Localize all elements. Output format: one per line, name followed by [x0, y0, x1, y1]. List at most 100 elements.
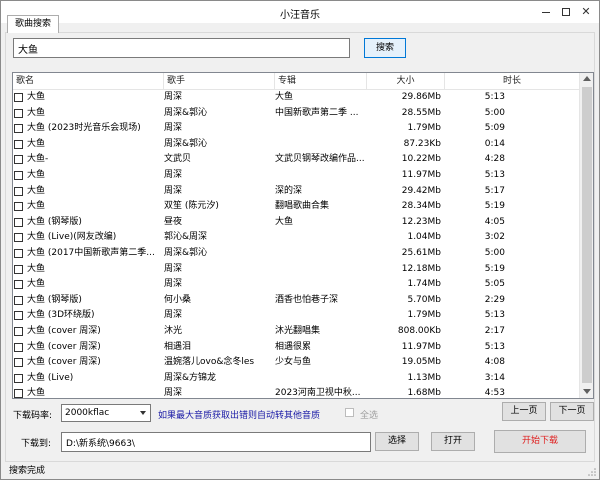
table-row[interactable]: 大鱼 周深&郭沁 87.23Kb 0:14	[13, 137, 579, 153]
row-checkbox[interactable]	[14, 389, 23, 398]
row-checkbox[interactable]	[14, 248, 23, 258]
search-button[interactable]: 搜索	[364, 38, 406, 58]
row-checkbox[interactable]	[14, 373, 23, 383]
song-size: 29.42Mb	[401, 185, 441, 196]
table-row[interactable]: 大鱼 (钢琴版) 何小桑 酒香也怕巷子深 5.70Mb 2:29	[13, 293, 579, 309]
song-album: 文武贝钢琴改编作品...	[275, 154, 365, 165]
app-window: 小汪音乐 ✕ 歌曲搜索 搜索 歌名 歌手 专辑 大小 时长 大鱼周深大鱼29.8…	[0, 0, 600, 480]
table-row[interactable]: 大鱼 周深 12.18Mb 5:19	[13, 262, 579, 278]
window-title: 小汪音乐	[280, 10, 320, 21]
row-checkbox[interactable]	[14, 358, 23, 368]
song-singer: 周深	[164, 123, 183, 134]
list-rows: 大鱼 周深 大鱼 29.86Mb 5:13 大鱼 周深&郭沁 中国新歌声第二季 ... 28.5…	[13, 90, 579, 399]
row-checkbox[interactable]	[14, 311, 23, 321]
song-name: 大鱼	[27, 279, 46, 290]
search-input[interactable]	[13, 38, 350, 58]
minimize-icon	[542, 12, 550, 13]
row-checkbox[interactable]	[14, 233, 23, 243]
song-size: 1.13Mb	[407, 372, 441, 383]
song-album: 深的深	[275, 185, 303, 196]
song-duration: 5:13	[484, 310, 505, 321]
row-checkbox[interactable]	[14, 155, 23, 165]
row-checkbox[interactable]	[14, 217, 23, 227]
scroll-down-icon[interactable]	[583, 389, 591, 394]
song-album: 大鱼	[275, 92, 294, 102]
song-size: 25.61Mb	[401, 247, 441, 258]
table-row[interactable]: 大鱼 (cover 周深) 相遇泪 相遇很累 11.97Mb 5:13	[13, 340, 579, 356]
column-header-name[interactable]: 歌名	[13, 73, 164, 90]
scroll-thumb[interactable]	[582, 87, 592, 383]
song-album	[275, 246, 366, 262]
song-duration: 5:13	[484, 341, 505, 352]
column-header-singer[interactable]: 歌手	[164, 73, 275, 90]
row-checkbox[interactable]	[14, 124, 23, 134]
vertical-scrollbar[interactable]	[579, 73, 593, 398]
song-name: 大鱼	[27, 388, 46, 399]
song-duration: 2:17	[484, 325, 505, 336]
row-checkbox[interactable]	[14, 186, 23, 196]
table-row[interactable]: 大鱼 (3D环绕版) 周深 1.79Mb 5:13	[13, 308, 579, 324]
song-duration: 0:14	[484, 138, 505, 149]
table-row[interactable]: 大鱼 (cover 周深) 温婉落儿ovo&念冬les 少女与鱼 19.05Mb 4:0…	[13, 355, 579, 371]
row-checkbox[interactable]	[14, 295, 23, 305]
column-header-album[interactable]: 专辑	[275, 73, 367, 90]
table-row[interactable]: 大鱼 (Live)(网友改编) 郭沁&周深 1.04Mb 3:02	[13, 230, 579, 246]
song-singer: 沐光	[164, 325, 183, 336]
song-name: 大鱼	[27, 169, 46, 180]
song-singer: 周深&郭沁	[164, 247, 208, 258]
song-size: 5.70Mb	[407, 294, 441, 305]
close-button[interactable]: ✕	[571, 1, 600, 23]
table-row[interactable]: 大鱼 周深 11.97Mb 5:13	[13, 168, 579, 184]
column-header-duration[interactable]: 时长	[445, 73, 579, 90]
song-singer: 周深	[164, 310, 183, 321]
song-name: 大鱼 (钢琴版)	[27, 294, 82, 305]
tab-song-search[interactable]: 歌曲搜索	[7, 15, 59, 33]
table-row[interactable]: 大鱼 周深 大鱼 29.86Mb 5:13	[13, 90, 579, 106]
song-duration: 4:53	[484, 388, 505, 399]
song-size: 1.04Mb	[407, 232, 441, 243]
table-row[interactable]: 大鱼 周深 1.74Mb 5:05	[13, 277, 579, 293]
select-all-checkbox[interactable]	[345, 408, 354, 417]
row-checkbox[interactable]	[14, 202, 23, 212]
table-row[interactable]: 大鱼 (2017中国新歌声第二季... 周深&郭沁 25.61Mb 5:00	[13, 246, 579, 262]
row-checkbox[interactable]	[14, 342, 23, 352]
row-checkbox[interactable]	[14, 108, 23, 118]
table-row[interactable]: 大鱼 周深 深的深 29.42Mb 5:17	[13, 184, 579, 200]
table-row[interactable]: 大鱼 周深&郭沁 中国新歌声第二季 ... 28.55Mb 5:00	[13, 106, 579, 122]
open-folder-button[interactable]: 打开	[431, 432, 475, 451]
column-header-size[interactable]: 大小	[367, 73, 445, 90]
table-row[interactable]: 大鱼 (2023时光音乐会现场) 周深 1.79Mb 5:09	[13, 121, 579, 137]
song-name: 大鱼 (Live)(网友改编)	[27, 232, 117, 243]
choose-folder-button[interactable]: 选择	[375, 432, 419, 451]
song-name: 大鱼 (cover 周深)	[27, 357, 101, 368]
download-path-input[interactable]	[61, 432, 371, 452]
table-row[interactable]: 大鱼 双笙 (陈元汐) 翻唱歌曲合集 28.34Mb 5:19	[13, 199, 579, 215]
song-name: 大鱼 (cover 周深)	[27, 325, 101, 336]
song-list[interactable]: 歌名 歌手 专辑 大小 时长 大鱼 周深 大鱼 29.86Mb 5:13 大鱼 周深&郭沁中…	[12, 72, 594, 399]
song-size: 1.68Mb	[407, 388, 441, 399]
table-row[interactable]: 大鱼- 文武贝 文武贝钢琴改编作品... 10.22Mb 4:28	[13, 152, 579, 168]
song-size: 11.97Mb	[401, 341, 441, 352]
song-singer: 周深	[164, 92, 183, 102]
song-duration: 3:14	[484, 372, 505, 383]
row-checkbox[interactable]	[14, 93, 23, 102]
scroll-up-icon[interactable]	[583, 76, 591, 81]
table-row[interactable]: 大鱼 (cover 周深) 沐光 沐光翻唱集 808.00Kb 2:17	[13, 324, 579, 340]
song-duration: 5:00	[484, 247, 505, 258]
start-download-button[interactable]: 开始下载	[494, 430, 586, 453]
chevron-down-icon	[140, 411, 146, 415]
prev-page-button[interactable]: 上一页	[502, 402, 546, 421]
song-name: 大鱼	[27, 92, 46, 102]
row-checkbox[interactable]	[14, 139, 23, 149]
row-checkbox[interactable]	[14, 264, 23, 274]
song-size: 12.23Mb	[401, 216, 441, 227]
table-row[interactable]: 大鱼 周深 2023河南卫视中秋... 1.68Mb 4:53	[13, 386, 579, 399]
next-page-button[interactable]: 下一页	[550, 402, 594, 421]
table-row[interactable]: 大鱼 (钢琴版) 昼夜 大鱼 12.23Mb 4:05	[13, 215, 579, 231]
row-checkbox[interactable]	[14, 170, 23, 180]
bitrate-select[interactable]: 2000kflac	[61, 404, 151, 422]
row-checkbox[interactable]	[14, 326, 23, 336]
row-checkbox[interactable]	[14, 280, 23, 290]
table-row[interactable]: 大鱼 (Live) 周深&方锦龙 1.13Mb 3:14	[13, 371, 579, 387]
resize-grip-icon[interactable]	[588, 468, 596, 476]
